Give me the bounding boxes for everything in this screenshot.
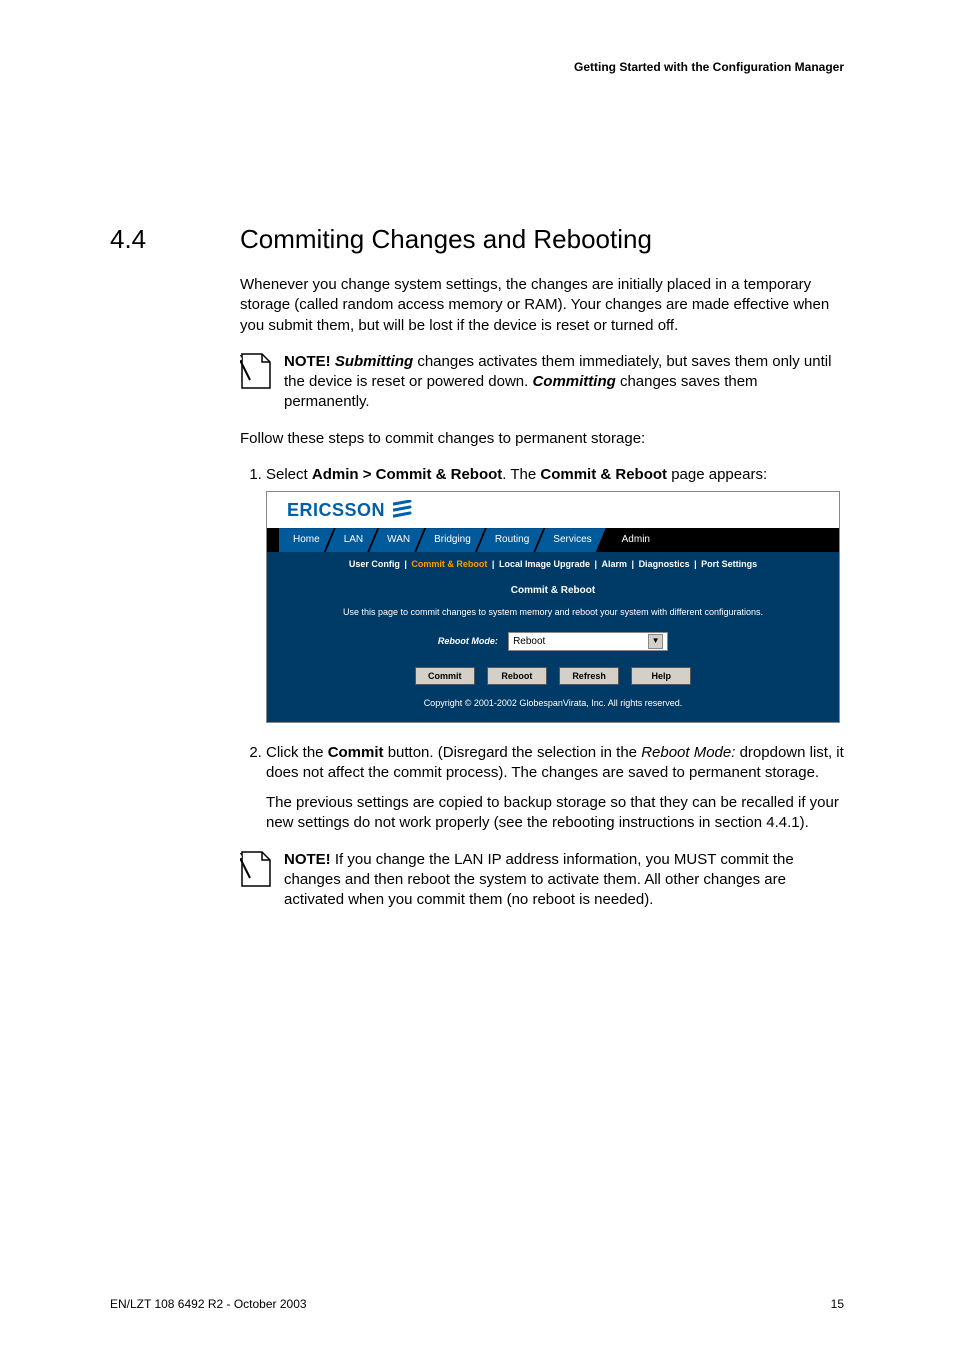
tab-lan[interactable]: LAN (326, 528, 377, 552)
note-block-1: NOTE! Submitting changes activates them … (240, 352, 844, 413)
tab-home[interactable]: Home (279, 528, 334, 552)
subnav-port[interactable]: Port Settings (701, 559, 757, 569)
embedded-screenshot: ERICSSON Home LAN WAN B (266, 491, 840, 723)
button-row: Commit Reboot Refresh Help (277, 665, 829, 685)
intro-paragraph: Whenever you change system settings, the… (240, 275, 844, 336)
chevron-down-icon[interactable]: ▼ (648, 634, 663, 649)
tab-wan[interactable]: WAN (369, 528, 424, 552)
note-bold-1: Submitting (335, 353, 413, 370)
section-title: Commiting Changes and Rebooting (240, 224, 652, 255)
step2-c: button. (Disregard the selection in the (384, 744, 642, 761)
refresh-button[interactable]: Refresh (559, 667, 619, 685)
reboot-mode-label: Reboot Mode: (438, 636, 498, 646)
mode-row: Reboot Mode: Reboot ▼ (277, 630, 829, 651)
tab-bridging[interactable]: Bridging (416, 528, 485, 552)
note-bold-2: Committing (532, 373, 615, 390)
reboot-mode-select[interactable]: Reboot ▼ (508, 632, 668, 651)
step-2: Click the Commit button. (Disregard the … (266, 743, 844, 834)
ericsson-logo-text: ERICSSON (287, 500, 385, 520)
subnav-diag[interactable]: Diagnostics (639, 559, 690, 569)
step1-b: Admin > Commit & Reboot (312, 466, 502, 483)
nav-tabs: Home LAN WAN Bridging Routing Services A… (267, 528, 839, 552)
note-prefix: NOTE! (284, 353, 335, 370)
note-text-2: NOTE! If you change the LAN IP address i… (284, 850, 844, 911)
subnav-alarm[interactable]: Alarm (602, 559, 628, 569)
note-block-2: NOTE! If you change the LAN IP address i… (240, 850, 844, 911)
step2-b: Commit (328, 744, 384, 761)
step1-c: . The (502, 466, 540, 483)
note-icon (240, 850, 274, 890)
reboot-mode-value: Reboot (513, 635, 545, 649)
page-footer: EN/LZT 108 6492 R2 - October 2003 15 (110, 1297, 844, 1311)
step1-e: page appears: (667, 466, 767, 483)
commit-button[interactable]: Commit (415, 667, 475, 685)
note-text-1: NOTE! Submitting changes activates them … (284, 352, 844, 413)
subnav-commit[interactable]: Commit & Reboot (411, 559, 487, 569)
panel-desc: Use this page to commit changes to syste… (277, 606, 829, 618)
reboot-button[interactable]: Reboot (487, 667, 547, 685)
panel-body: Commit & Reboot Use this page to commit … (267, 576, 839, 721)
note-icon (240, 352, 274, 392)
step2-d: Reboot Mode: (641, 744, 735, 761)
note2-body: If you change the LAN IP address informa… (284, 851, 794, 909)
note2-prefix: NOTE! (284, 851, 335, 868)
ericsson-logo-icon (393, 500, 413, 524)
panel-title: Commit & Reboot (277, 580, 829, 606)
running-header: Getting Started with the Configuration M… (110, 60, 844, 74)
subnav-user[interactable]: User Config (349, 559, 400, 569)
follow-paragraph: Follow these steps to commit changes to … (240, 429, 844, 449)
tab-admin[interactable]: Admin (598, 528, 664, 552)
section-number: 4.4 (110, 224, 240, 255)
footer-page-number: 15 (831, 1297, 844, 1311)
step2-followup: The previous settings are copied to back… (266, 793, 844, 834)
step1-d: Commit & Reboot (540, 466, 667, 483)
footer-left: EN/LZT 108 6492 R2 - October 2003 (110, 1297, 307, 1311)
step-1: Select Admin > Commit & Reboot. The Comm… (266, 465, 844, 723)
sub-nav: User Config | Commit & Reboot | Local Im… (267, 552, 839, 576)
help-button[interactable]: Help (631, 667, 691, 685)
copyright-text: Copyright © 2001-2002 GlobespanVirata, I… (277, 695, 829, 711)
subnav-image[interactable]: Local Image Upgrade (499, 559, 590, 569)
logo-bar: ERICSSON (267, 492, 839, 528)
step2-a: Click the (266, 744, 328, 761)
tab-services[interactable]: Services (535, 528, 605, 552)
step1-a: Select (266, 466, 312, 483)
steps-list: Select Admin > Commit & Reboot. The Comm… (240, 465, 844, 834)
tab-routing[interactable]: Routing (477, 528, 543, 552)
